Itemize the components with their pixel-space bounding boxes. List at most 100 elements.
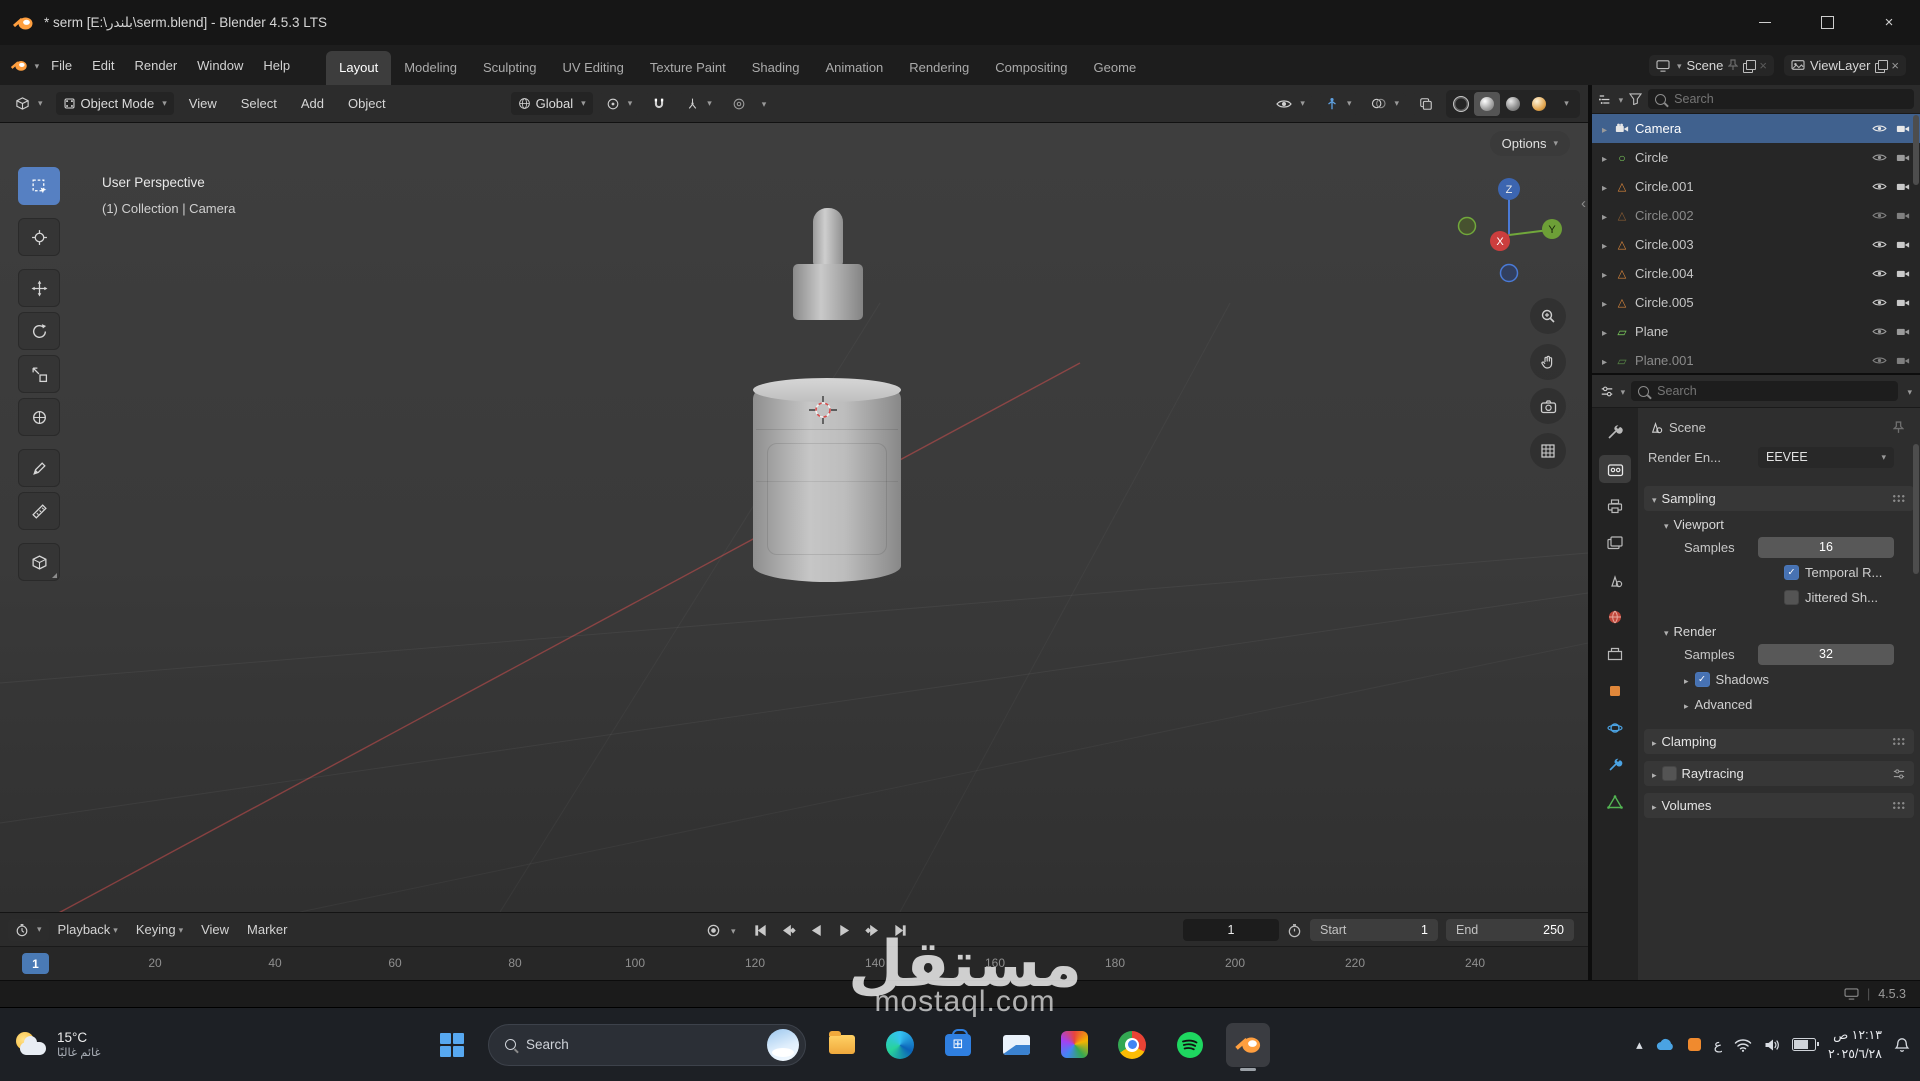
hide-in-viewport-icon[interactable] — [1872, 297, 1887, 308]
shading-wireframe-icon[interactable] — [1448, 92, 1474, 116]
disable-in-render-icon[interactable] — [1896, 239, 1910, 250]
microsoft-store-icon[interactable] — [936, 1023, 980, 1067]
hide-in-viewport-icon[interactable] — [1872, 239, 1887, 250]
tab-sculpting[interactable]: Sculpting — [470, 51, 549, 85]
tab-compositing[interactable]: Compositing — [982, 51, 1080, 85]
menu-view[interactable]: View — [180, 91, 226, 116]
object-name[interactable]: Circle.003 — [1635, 237, 1694, 252]
menu-edit[interactable]: Edit — [82, 52, 124, 79]
view-menu[interactable]: View — [192, 918, 238, 941]
wifi-icon[interactable] — [1734, 1038, 1752, 1052]
tool-move[interactable] — [18, 269, 60, 307]
stopwatch-icon[interactable] — [1287, 923, 1302, 938]
editor-type-icon[interactable] — [8, 92, 50, 115]
expand-arrow-icon[interactable] — [1602, 353, 1613, 368]
tab-object-data-icon[interactable] — [1599, 788, 1631, 816]
sampling-section-header[interactable]: Sampling — [1644, 486, 1914, 511]
mode-selector[interactable]: Object Mode — [56, 92, 174, 115]
disable-in-render-icon[interactable] — [1896, 297, 1910, 308]
tab-object-icon[interactable] — [1599, 677, 1631, 705]
collapse-icon[interactable] — [1684, 672, 1689, 687]
marker-menu[interactable]: Marker — [238, 918, 296, 941]
breadcrumb-scene[interactable]: Scene — [1669, 420, 1706, 435]
gizmos-dropdown-icon[interactable] — [1318, 93, 1359, 115]
expand-arrow-icon[interactable] — [1602, 208, 1613, 223]
outliner-row-camera[interactable]: Camera — [1592, 114, 1920, 143]
panel-collapse-arrow-icon[interactable]: ‹ — [1581, 195, 1586, 212]
play-button[interactable] — [832, 918, 858, 942]
outliner-row-plane[interactable]: ▱ Plane — [1592, 317, 1920, 346]
outliner-filter-icon[interactable] — [1629, 93, 1642, 105]
scene-name[interactable]: Scene — [1686, 58, 1723, 73]
pin-icon[interactable] — [1728, 59, 1738, 71]
tool-transform[interactable] — [18, 398, 60, 436]
hide-in-viewport-icon[interactable] — [1872, 152, 1887, 163]
hide-in-viewport-icon[interactable] — [1872, 181, 1887, 192]
volumes-section-header[interactable]: Volumes — [1644, 793, 1914, 818]
start-button[interactable] — [430, 1023, 474, 1067]
expand-arrow-icon[interactable] — [1602, 266, 1613, 281]
close-button[interactable]: × — [1858, 0, 1920, 45]
weather-widget[interactable]: 15°C غائم غالبًا — [14, 1008, 101, 1081]
object-name[interactable]: Camera — [1635, 121, 1681, 136]
orthographic-toggle-button[interactable] — [1530, 433, 1566, 469]
menu-select[interactable]: Select — [232, 91, 286, 116]
tool-rotate[interactable] — [18, 312, 60, 350]
visibility-dropdown-icon[interactable] — [1269, 94, 1312, 114]
outliner-row-circle-004[interactable]: △ Circle.004 — [1592, 259, 1920, 288]
battery-icon[interactable] — [1792, 1038, 1816, 1051]
tab-constraints-icon[interactable] — [1599, 751, 1631, 779]
hide-in-viewport-icon[interactable] — [1872, 326, 1887, 337]
spotify-icon[interactable] — [1168, 1023, 1212, 1067]
tab-layout[interactable]: Layout — [326, 51, 391, 85]
tool-scale[interactable] — [18, 355, 60, 393]
language-indicator[interactable]: ع — [1714, 1036, 1722, 1053]
outliner-search-input[interactable] — [1672, 91, 1907, 107]
tab-render-icon[interactable] — [1599, 455, 1631, 483]
shading-options-icon[interactable] — [1552, 92, 1578, 116]
object-name[interactable]: Plane — [1635, 324, 1668, 339]
drag-grip-icon[interactable] — [1892, 801, 1906, 810]
expand-arrow-icon[interactable] — [1602, 121, 1613, 136]
object-name[interactable]: Circle.002 — [1635, 208, 1694, 223]
timeline-ruler[interactable]: 1 20 40 60 80 100 120 140 160 180 200 22… — [0, 946, 1588, 980]
viewport-samples-field[interactable]: 16 — [1758, 537, 1894, 558]
properties-options-icon[interactable] — [1904, 384, 1912, 399]
tab-geometry-nodes[interactable]: Geome — [1081, 51, 1150, 85]
notification-bell-icon[interactable] — [1894, 1037, 1910, 1053]
menu-window[interactable]: Window — [187, 52, 253, 79]
tool-add-cube[interactable] — [18, 543, 60, 581]
tab-rendering[interactable]: Rendering — [896, 51, 982, 85]
tab-output-icon[interactable] — [1599, 492, 1631, 520]
tab-view-layer-icon[interactable] — [1599, 529, 1631, 557]
object-name[interactable]: Circle.005 — [1635, 295, 1694, 310]
advanced-row[interactable]: Advanced — [1638, 692, 1920, 717]
scene-selector[interactable]: Scene × — [1649, 55, 1774, 76]
hide-in-viewport-icon[interactable] — [1872, 123, 1887, 134]
shading-solid-icon[interactable] — [1474, 92, 1500, 116]
blender-menu-icon[interactable] — [10, 58, 39, 73]
viewlayer-selector[interactable]: ViewLayer × — [1784, 55, 1906, 76]
shading-rendered-icon[interactable] — [1526, 92, 1552, 116]
menu-help[interactable]: Help — [253, 52, 300, 79]
viewport-subpanel-header[interactable]: Viewport — [1638, 511, 1920, 534]
dropper-cap-mesh[interactable] — [793, 264, 863, 320]
object-name[interactable]: Plane.001 — [1635, 353, 1694, 368]
tab-scene-icon[interactable] — [1599, 566, 1631, 594]
proportional-falloff-selector[interactable] — [759, 96, 767, 111]
expand-arrow-icon[interactable] — [1602, 179, 1613, 194]
raytracing-checkbox[interactable] — [1662, 766, 1677, 781]
menu-object[interactable]: Object — [339, 91, 395, 116]
drag-grip-icon[interactable] — [1892, 494, 1906, 503]
outliner-search[interactable] — [1648, 89, 1914, 109]
outliner-row-circle-001[interactable]: △ Circle.001 — [1592, 172, 1920, 201]
hidden-icons-chevron[interactable]: ▴ — [1636, 1037, 1643, 1053]
raytracing-settings-icon[interactable] — [1892, 768, 1906, 780]
outliner-row-circle-005[interactable]: △ Circle.005 — [1592, 288, 1920, 317]
pivot-point-selector[interactable] — [599, 93, 640, 115]
play-reverse-button[interactable] — [804, 918, 830, 942]
tool-measure[interactable] — [18, 492, 60, 530]
start-frame-field[interactable]: Start 1 — [1310, 919, 1438, 941]
tool-annotate[interactable] — [18, 449, 60, 487]
clock-widget[interactable]: ١٢:١٣ ص ٢٠٢٥/٦/٢٨ — [1828, 1026, 1882, 1062]
